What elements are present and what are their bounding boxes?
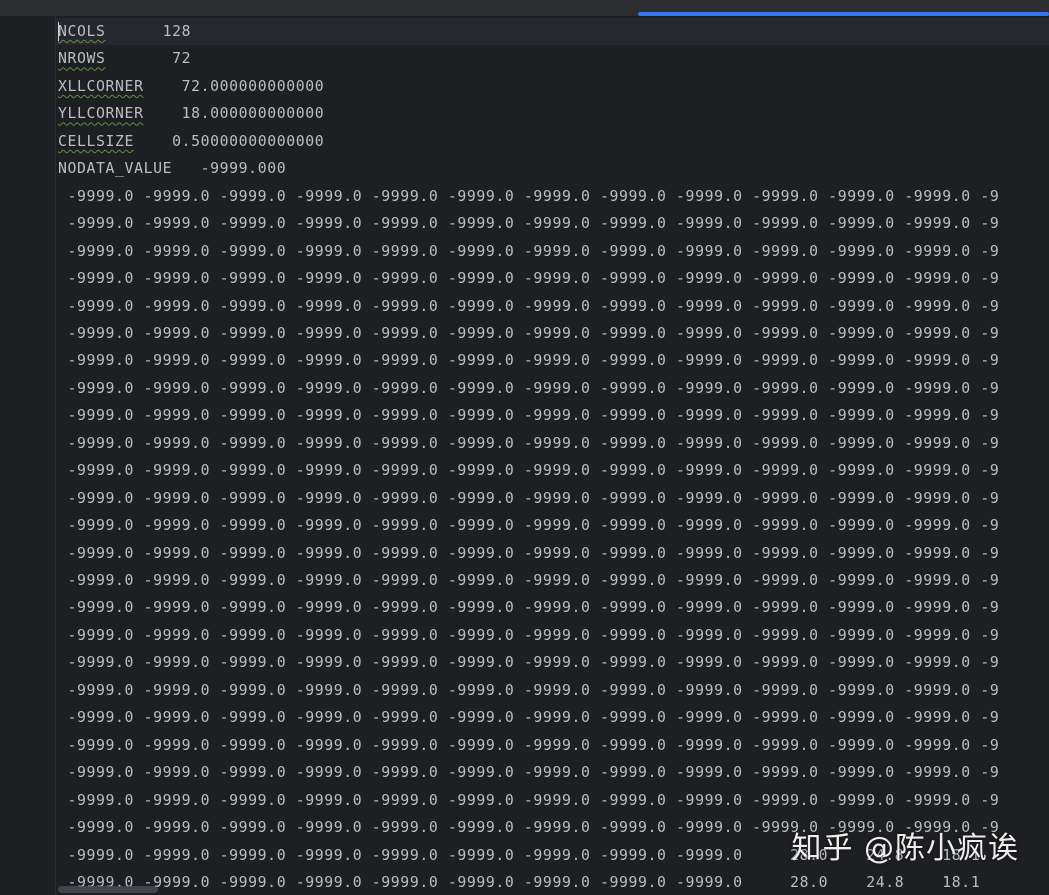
- data-row[interactable]: -9999.0 -9999.0 -9999.0 -9999.0 -9999.0 …: [58, 677, 999, 704]
- data-row[interactable]: -9999.0 -9999.0 -9999.0 -9999.0 -9999.0 …: [58, 540, 999, 567]
- data-row[interactable]: -9999.0 -9999.0 -9999.0 -9999.0 -9999.0 …: [58, 704, 999, 731]
- header-separator: [144, 105, 182, 122]
- data-row[interactable]: -9999.0 -9999.0 -9999.0 -9999.0 -9999.0 …: [58, 594, 999, 621]
- data-row[interactable]: -9999.0 -9999.0 -9999.0 -9999.0 -9999.0 …: [58, 759, 999, 786]
- line-number: 1: [0, 293, 55, 320]
- line-number: 4: [0, 100, 55, 127]
- data-row[interactable]: -9999.0 -9999.0 -9999.0 -9999.0 -9999.0 …: [58, 457, 999, 484]
- line-number: 5: [0, 402, 55, 429]
- line-number: 2: [0, 45, 55, 72]
- data-row[interactable]: -9999.0 -9999.0 -9999.0 -9999.0 -9999.0 …: [58, 622, 999, 649]
- header-separator: [106, 50, 173, 67]
- header-value: 128: [162, 23, 192, 40]
- data-row[interactable]: -9999.0 -9999.0 -9999.0 -9999.0 -9999.0 …: [58, 293, 999, 320]
- line-number: 3: [0, 73, 55, 100]
- data-row[interactable]: -9999.0 -9999.0 -9999.0 -9999.0 -9999.0 …: [58, 183, 999, 210]
- data-row[interactable]: -9999.0 -9999.0 -9999.0 -9999.0 -9999.0 …: [58, 265, 999, 292]
- line-number: 9: [0, 238, 55, 265]
- horizontal-scrollbar-thumb[interactable]: [58, 886, 158, 893]
- header-value: 72: [172, 50, 192, 68]
- editor-tab-bar[interactable]: [0, 0, 1049, 16]
- data-row[interactable]: -9999.0 -9999.0 -9999.0 -9999.0 -9999.0 …: [58, 869, 980, 895]
- line-number: 5: [0, 677, 55, 704]
- header-key: NCOLS: [58, 23, 106, 40]
- current-line-highlight: [56, 18, 1049, 45]
- line-number: 7: [0, 732, 55, 759]
- header-separator: [172, 160, 201, 177]
- header-key: NODATA_VALUE: [58, 160, 173, 178]
- data-row[interactable]: -9999.0 -9999.0 -9999.0 -9999.0 -9999.0 …: [58, 210, 999, 237]
- line-number: 6: [0, 430, 55, 457]
- data-row[interactable]: -9999.0 -9999.0 -9999.0 -9999.0 -9999.0 …: [58, 375, 999, 402]
- header-key: NROWS: [58, 50, 106, 68]
- header-separator: [144, 78, 182, 95]
- header-line[interactable]: NROWS 72: [58, 45, 191, 72]
- line-number: 5: [0, 128, 55, 155]
- line-number: 8: [0, 759, 55, 786]
- watermark-text: 知乎 @陈小疯诶: [791, 831, 1019, 866]
- line-number: 8: [0, 485, 55, 512]
- header-value: 18.000000000000: [181, 105, 325, 123]
- header-value: 0.50000000000000: [172, 132, 325, 150]
- line-number: 1: [0, 567, 55, 594]
- data-row[interactable]: -9999.0 -9999.0 -9999.0 -9999.0 -9999.0 …: [58, 320, 999, 347]
- line-number: 1: [0, 842, 55, 869]
- line-number: 1: [0, 18, 55, 45]
- line-number: 2: [0, 594, 55, 621]
- data-row[interactable]: -9999.0 -9999.0 -9999.0 -9999.0 -9999.0 …: [58, 402, 999, 429]
- header-separator: [134, 133, 172, 150]
- header-key: XLLCORNER: [58, 77, 144, 95]
- line-number: 9: [0, 787, 55, 814]
- data-row[interactable]: -9999.0 -9999.0 -9999.0 -9999.0 -9999.0 …: [58, 649, 999, 676]
- line-number: 7: [0, 457, 55, 484]
- data-row[interactable]: -9999.0 -9999.0 -9999.0 -9999.0 -9999.0 …: [58, 567, 999, 594]
- line-number: 0: [0, 265, 55, 292]
- line-number: 4: [0, 649, 55, 676]
- header-value: 72.000000000000: [181, 77, 325, 95]
- header-value: -9999.000: [200, 160, 287, 178]
- code-editor[interactable]: NCOLS 128 NROWS 72 XLLCORNER 72.0000000000…: [56, 16, 1049, 895]
- line-number: 9: [0, 512, 55, 539]
- data-row[interactable]: -9999.0 -9999.0 -9999.0 -9999.0 -9999.0 …: [58, 485, 999, 512]
- header-line[interactable]: NODATA_VALUE -9999.000: [58, 155, 286, 182]
- line-number: 0: [0, 540, 55, 567]
- header-line[interactable]: YLLCORNER 18.000000000000: [58, 100, 324, 127]
- line-number: 0: [0, 814, 55, 841]
- data-row[interactable]: -9999.0 -9999.0 -9999.0 -9999.0 -9999.0 …: [58, 512, 999, 539]
- data-row[interactable]: -9999.0 -9999.0 -9999.0 -9999.0 -9999.0 …: [58, 347, 999, 374]
- data-row[interactable]: -9999.0 -9999.0 -9999.0 -9999.0 -9999.0 …: [58, 732, 999, 759]
- line-number: 8: [0, 210, 55, 237]
- data-row[interactable]: -9999.0 -9999.0 -9999.0 -9999.0 -9999.0 …: [58, 787, 999, 814]
- line-number: 6: [0, 155, 55, 182]
- header-line[interactable]: CELLSIZE 0.50000000000000: [58, 128, 324, 155]
- line-number: 7: [0, 183, 55, 210]
- line-number: 2: [0, 320, 55, 347]
- line-number: 3: [0, 347, 55, 374]
- line-number: 6: [0, 704, 55, 731]
- line-number: 4: [0, 375, 55, 402]
- header-line[interactable]: XLLCORNER 72.000000000000: [58, 73, 324, 100]
- data-row[interactable]: -9999.0 -9999.0 -9999.0 -9999.0 -9999.0 …: [58, 238, 999, 265]
- line-number: 3: [0, 622, 55, 649]
- data-row[interactable]: -9999.0 -9999.0 -9999.0 -9999.0 -9999.0 …: [58, 430, 999, 457]
- header-separator: [106, 23, 163, 40]
- header-key: YLLCORNER: [58, 105, 144, 123]
- line-number-gutter: 1234567890123456789012345678901: [0, 16, 56, 895]
- header-line[interactable]: NCOLS 128: [58, 18, 191, 45]
- header-key: CELLSIZE: [58, 132, 135, 150]
